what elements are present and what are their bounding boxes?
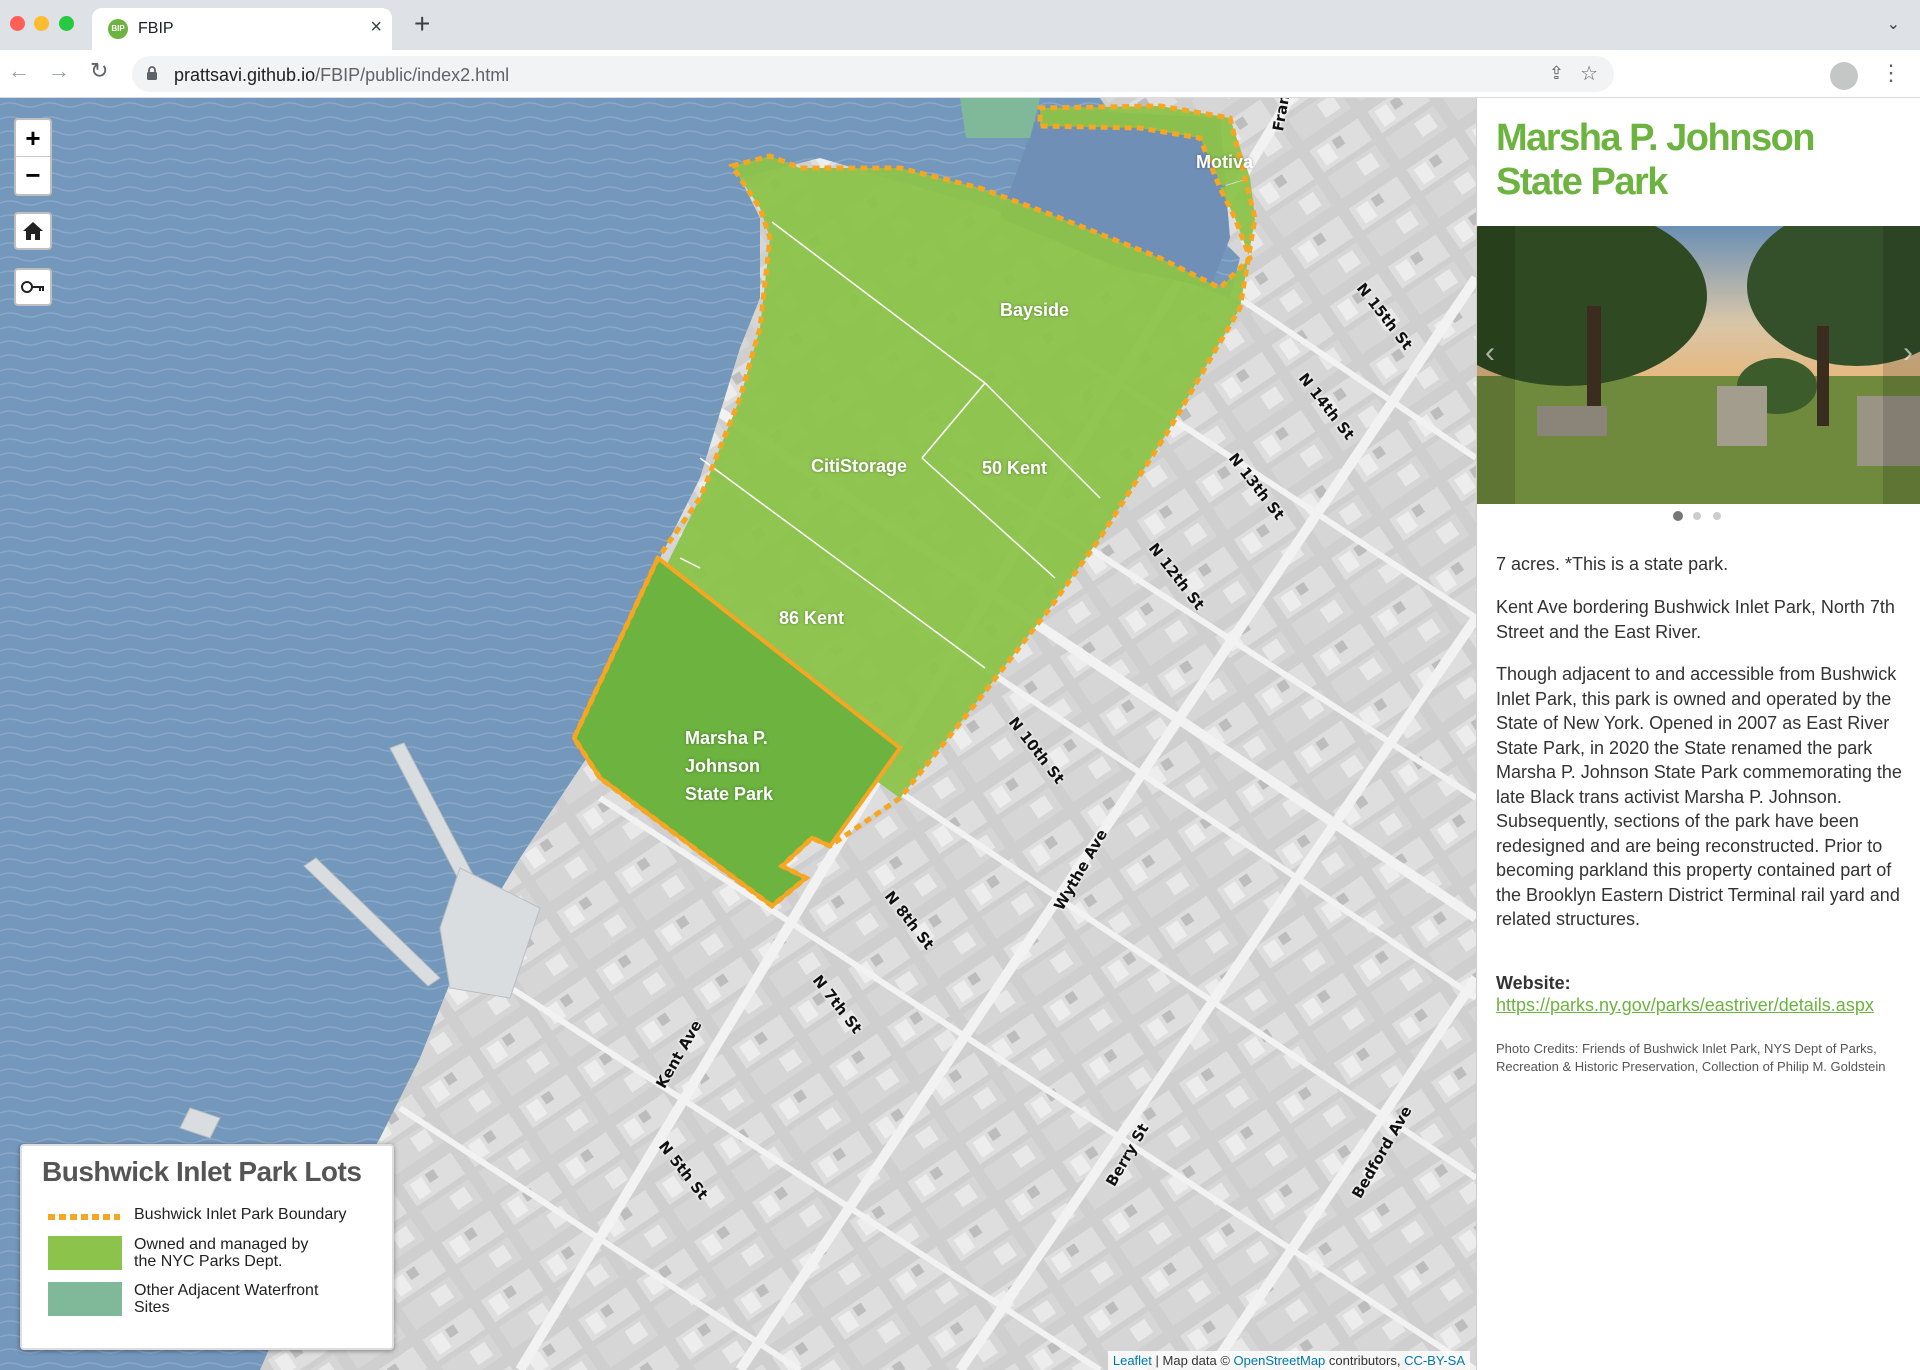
window-minimize-button[interactable] (34, 16, 49, 31)
license-link[interactable]: CC-BY-SA (1404, 1353, 1465, 1368)
legend-key-button[interactable] (14, 268, 52, 306)
legend-other-swatch (48, 1282, 122, 1316)
tab-close-icon[interactable]: × (370, 16, 382, 39)
photo-prev-button[interactable]: ‹ (1485, 336, 1495, 370)
park-acres: 7 acres. *This is a state park. (1496, 554, 1729, 574)
website-label: Website: (1496, 973, 1571, 993)
window-close-button[interactable] (10, 16, 25, 31)
forward-button[interactable]: → (48, 60, 70, 82)
lot-label-86-kent[interactable]: 86 Kent (779, 608, 844, 629)
zoom-out-button[interactable]: − (16, 157, 50, 194)
photo-next-button[interactable]: › (1903, 336, 1913, 370)
legend-other-label: Other Adjacent Waterfront Sites (134, 1282, 318, 1316)
url-host: prattsavi.github.io (174, 65, 316, 85)
home-button[interactable] (14, 212, 52, 250)
park-photo (1477, 226, 1920, 504)
leaflet-link[interactable]: Leaflet (1113, 1353, 1152, 1368)
url-path: /FBIP/public/index2.html (315, 65, 510, 85)
map-attribution: Leaflet | Map data © OpenStreetMap contr… (1107, 1351, 1470, 1370)
key-icon (21, 281, 44, 293)
photo-carousel[interactable]: ‹ › (1477, 226, 1920, 504)
park-description: Though adjacent to and accessible from B… (1496, 664, 1902, 929)
address-bar[interactable]: prattsavi.github.io/FBIP/public/index2.h… (132, 56, 1614, 92)
carousel-dot-2[interactable] (1693, 512, 1701, 520)
reload-button[interactable]: ↻ (90, 60, 108, 82)
share-icon[interactable]: ⇪ (1549, 63, 1564, 84)
attribution-contributors: contributors, (1325, 1353, 1405, 1368)
info-sidebar: Marsha P. Johnson State Park ‹ › 7 acres… (1476, 98, 1920, 1370)
profile-avatar[interactable] (1830, 62, 1858, 90)
website-link[interactable]: https://parks.ny.gov/parks/eastriver/det… (1496, 995, 1874, 1016)
carousel-dot-1[interactable] (1673, 511, 1683, 521)
zoom-control: + − (14, 118, 52, 196)
legend-boundary-label: Bushwick Inlet Park Boundary (134, 1206, 347, 1223)
zoom-in-button[interactable]: + (16, 120, 50, 157)
url-text: prattsavi.github.io/FBIP/public/index2.h… (174, 65, 509, 86)
legend-title: Bushwick Inlet Park Lots (42, 1156, 362, 1187)
lot-label-mpj-line3: State Park (685, 784, 774, 804)
browser-tab[interactable]: BIP FBIP × (92, 8, 392, 50)
legend-owned-line2: the NYC Parks Dept. (134, 1253, 283, 1270)
legend-other-line1: Other Adjacent Waterfront (134, 1282, 319, 1299)
window-zoom-button[interactable] (59, 16, 74, 31)
lot-label-mpj[interactable]: Marsha P. Johnson State Park (685, 724, 773, 808)
browser-tab-bar: BIP FBIP × + ⌄ (0, 0, 1920, 50)
lot-label-citistorage[interactable]: CitiStorage (811, 456, 907, 477)
lock-icon (147, 66, 157, 80)
new-tab-button[interactable]: + (414, 10, 430, 38)
home-icon (23, 222, 43, 240)
lot-label-50-kent[interactable]: 50 Kent (982, 458, 1047, 479)
photo-credits: Photo Credits: Friends of Bushwick Inlet… (1496, 1041, 1886, 1074)
browser-toolbar: ← → ↻ prattsavi.github.io/FBIP/public/in… (0, 50, 1920, 98)
legend-owned-swatch (48, 1236, 122, 1270)
browser-menu-icon[interactable]: ⋮ (1880, 60, 1902, 86)
legend-other-line2: Sites (134, 1299, 170, 1316)
map-legend: Bushwick Inlet Park Lots Bushwick Inlet … (20, 1144, 394, 1350)
carousel-dot-3[interactable] (1713, 512, 1721, 520)
bookmark-star-icon[interactable]: ☆ (1580, 61, 1598, 86)
park-title: Marsha P. Johnson State Park (1496, 117, 1816, 203)
legend-owned-label: Owned and managed by the NYC Parks Dept. (134, 1236, 308, 1270)
lot-label-motiva[interactable]: Motiva (1196, 152, 1253, 173)
favicon-icon: BIP (108, 19, 128, 39)
lot-label-bayside[interactable]: Bayside (1000, 300, 1069, 321)
lot-label-mpj-line2: Johnson (685, 756, 760, 776)
tab-search-icon[interactable]: ⌄ (1887, 14, 1900, 34)
tab-title: FBIP (138, 20, 174, 37)
back-button[interactable]: ← (8, 60, 30, 82)
map-view[interactable]: Bayside CitiStorage 50 Kent 86 Kent Mars… (0, 98, 1476, 1370)
legend-boundary-swatch (48, 1214, 120, 1220)
lot-label-mpj-line1: Marsha P. (685, 728, 768, 748)
osm-link[interactable]: OpenStreetMap (1234, 1353, 1326, 1368)
park-location: Kent Ave bordering Bushwick Inlet Park, … (1496, 597, 1895, 642)
attribution-mid: | Map data © (1151, 1353, 1234, 1368)
legend-owned-line1: Owned and managed by (134, 1236, 309, 1253)
